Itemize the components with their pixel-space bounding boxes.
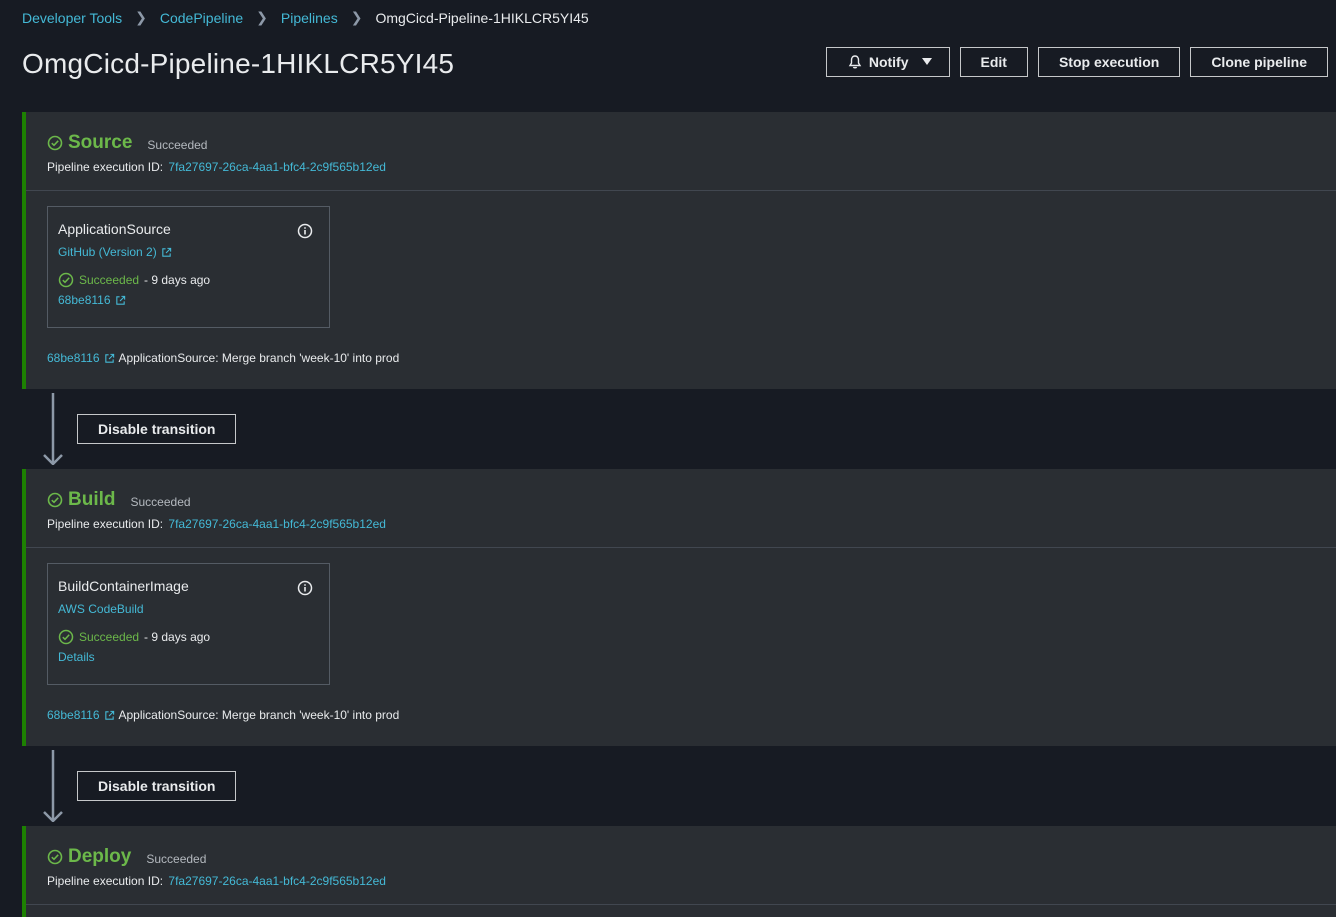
commit-id-link[interactable]: 68be8116 — [47, 351, 100, 365]
commit-id-link[interactable]: 68be8116 — [47, 708, 100, 722]
execution-id-link[interactable]: 7fa27697-26ca-4aa1-bfc4-2c9f565b12ed — [168, 874, 386, 888]
breadcrumb-current: OmgCicd-Pipeline-1HIKLCR5YI45 — [375, 9, 589, 26]
stage-status: Succeeded — [130, 494, 191, 509]
breadcrumb-pipelines[interactable]: Pipelines — [281, 10, 338, 26]
action-name: BuildContainerImage — [58, 578, 189, 594]
action-status-row: Succeeded - 9 days ago — [58, 272, 319, 288]
notify-label: Notify — [868, 54, 909, 70]
disable-transition-button[interactable]: Disable transition — [77, 771, 237, 801]
commit-message: ApplicationSource: Merge branch 'week-10… — [118, 351, 400, 365]
info-icon[interactable] — [297, 223, 313, 239]
check-circle-icon — [47, 492, 63, 508]
stage-status: Succeeded — [146, 851, 207, 866]
provider-link[interactable]: AWS CodeBuild — [58, 602, 319, 616]
external-link-icon — [115, 295, 125, 305]
info-icon[interactable] — [297, 580, 313, 596]
provider-label: AWS CodeBuild — [58, 602, 144, 616]
caret-down-icon — [921, 58, 932, 65]
transition: Disable transition — [22, 746, 1336, 826]
action-time: - 9 days ago — [144, 630, 211, 644]
details-link[interactable]: Details — [58, 650, 319, 664]
stage-deploy: Deploy Succeeded Pipeline execution ID: … — [22, 826, 1336, 917]
execution-id-label: Pipeline execution ID: — [47, 160, 164, 174]
stage-source: Source Succeeded Pipeline execution ID: … — [22, 112, 1336, 389]
action-card: ApplicationSource GitHub (Version 2) Suc… — [47, 206, 330, 328]
breadcrumb: Developer Tools ❯ CodePipeline ❯ Pipelin… — [22, 9, 589, 26]
check-circle-icon — [58, 629, 74, 645]
stage-header: Source Succeeded Pipeline execution ID: … — [26, 112, 1336, 191]
stage-name: Deploy — [68, 846, 132, 867]
commit-message: ApplicationSource: Merge branch 'week-10… — [118, 708, 400, 722]
stage-name: Build — [68, 489, 116, 510]
check-circle-icon — [47, 135, 63, 151]
header-actions: Notify Edit Stop execution Clone pipelin… — [825, 47, 1328, 77]
page-title: OmgCicd-Pipeline-1HIKLCR5YI45 — [22, 48, 455, 79]
action-card: BuildContainerImage AWS CodeBuild Succee… — [47, 563, 330, 685]
chevron-right-icon: ❯ — [135, 9, 147, 25]
execution-id-link[interactable]: 7fa27697-26ca-4aa1-bfc4-2c9f565b12ed — [168, 517, 386, 531]
execution-id-link[interactable]: 7fa27697-26ca-4aa1-bfc4-2c9f565b12ed — [168, 160, 386, 174]
commit-summary: 68be8116 ApplicationSource: Merge branch… — [47, 351, 1315, 365]
stage-status: Succeeded — [147, 137, 208, 152]
breadcrumb-developer-tools[interactable]: Developer Tools — [22, 10, 122, 26]
provider-link[interactable]: GitHub (Version 2) — [58, 245, 319, 259]
clone-pipeline-button[interactable]: Clone pipeline — [1190, 47, 1328, 77]
stage-name: Source — [68, 132, 133, 153]
action-name: ApplicationSource — [58, 221, 171, 237]
stop-execution-button[interactable]: Stop execution — [1037, 47, 1181, 77]
action-time: - 9 days ago — [144, 273, 211, 287]
chevron-right-icon: ❯ — [256, 9, 268, 25]
commit-summary: 68be8116 ApplicationSource: Merge branch… — [47, 708, 1315, 722]
action-status: Succeeded — [79, 630, 140, 644]
disable-transition-button[interactable]: Disable transition — [77, 414, 237, 444]
external-link-icon — [104, 710, 114, 720]
execution-id-label: Pipeline execution ID: — [47, 517, 164, 531]
stage-header: Deploy Succeeded Pipeline execution ID: … — [26, 826, 1336, 905]
commit-link-label: 68be8116 — [58, 293, 111, 307]
external-link-icon — [162, 247, 171, 257]
arrow-down-icon — [43, 750, 63, 822]
check-circle-icon — [58, 272, 74, 288]
transition: Disable transition — [22, 389, 1336, 469]
execution-id-label: Pipeline execution ID: — [47, 874, 164, 888]
external-link-icon — [104, 353, 114, 363]
edit-button[interactable]: Edit — [959, 47, 1028, 77]
execution-id-row: Pipeline execution ID: 7fa27697-26ca-4aa… — [47, 160, 1315, 174]
commit-link[interactable]: 68be8116 — [58, 293, 319, 307]
provider-label: GitHub (Version 2) — [58, 245, 157, 259]
stage-build: Build Succeeded Pipeline execution ID: 7… — [22, 469, 1336, 746]
bell-icon — [848, 55, 862, 69]
execution-id-row: Pipeline execution ID: 7fa27697-26ca-4aa… — [47, 517, 1315, 531]
details-link-label: Details — [58, 650, 95, 664]
arrow-down-icon — [43, 393, 63, 465]
check-circle-icon — [47, 849, 63, 865]
action-status: Succeeded — [79, 273, 140, 287]
breadcrumb-codepipeline[interactable]: CodePipeline — [160, 10, 243, 26]
action-status-row: Succeeded - 9 days ago — [58, 629, 319, 645]
stage-header: Build Succeeded Pipeline execution ID: 7… — [26, 469, 1336, 548]
execution-id-row: Pipeline execution ID: 7fa27697-26ca-4aa… — [47, 874, 1315, 888]
chevron-right-icon: ❯ — [350, 9, 363, 25]
notify-button[interactable]: Notify — [825, 47, 950, 77]
